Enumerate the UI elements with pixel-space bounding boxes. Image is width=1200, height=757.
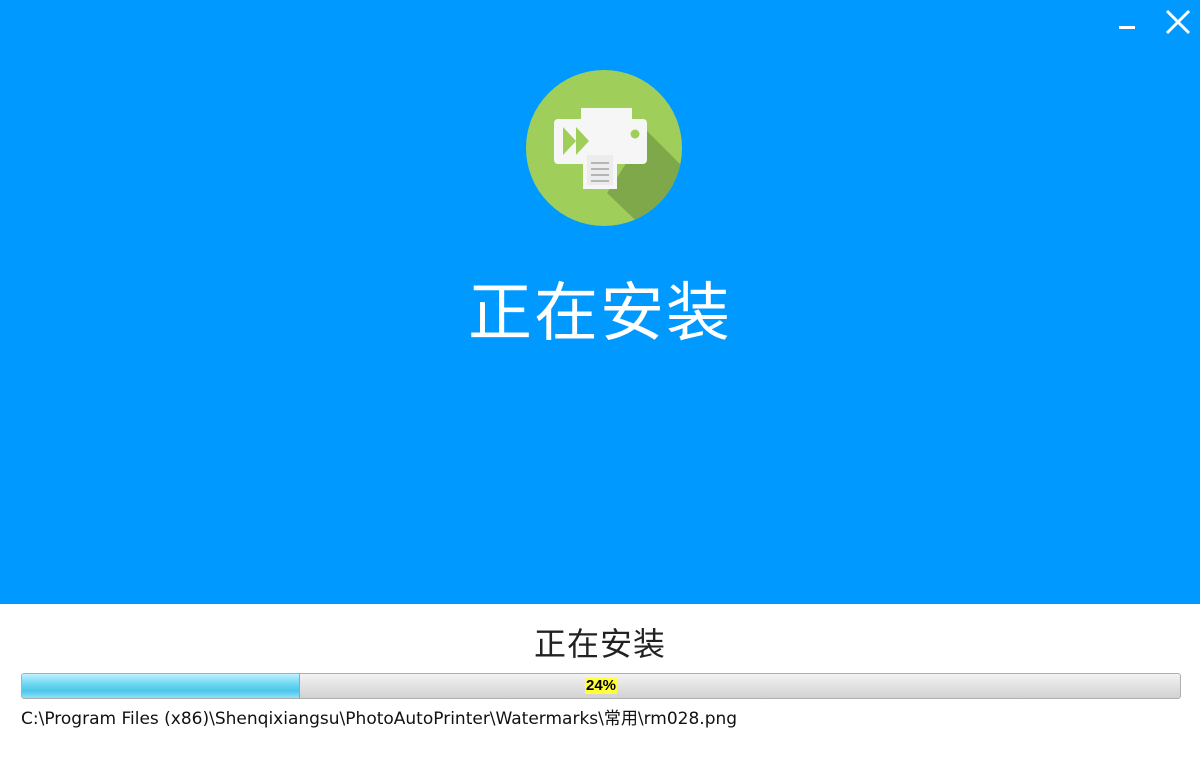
hero-banner: 正在安装	[0, 0, 1200, 604]
minimize-button[interactable]	[1110, 4, 1146, 40]
progress-label-wrap: 24%	[22, 674, 1180, 698]
minimize-icon	[1119, 26, 1135, 29]
installer-window: 正在安装 正在安装 24% C:\Program Files (x86)\She…	[0, 0, 1200, 757]
hero-title: 正在安装	[468, 277, 732, 351]
close-button[interactable]	[1160, 4, 1196, 40]
progress-percent-label: 24%	[584, 677, 618, 694]
progress-bar: 24%	[21, 673, 1181, 699]
close-icon	[1165, 9, 1191, 35]
current-file-path: C:\Program Files (x86)\Shenqixiangsu\Pho…	[21, 709, 738, 729]
status-title: 正在安装	[533, 625, 666, 663]
printer-forward-icon	[526, 70, 682, 226]
